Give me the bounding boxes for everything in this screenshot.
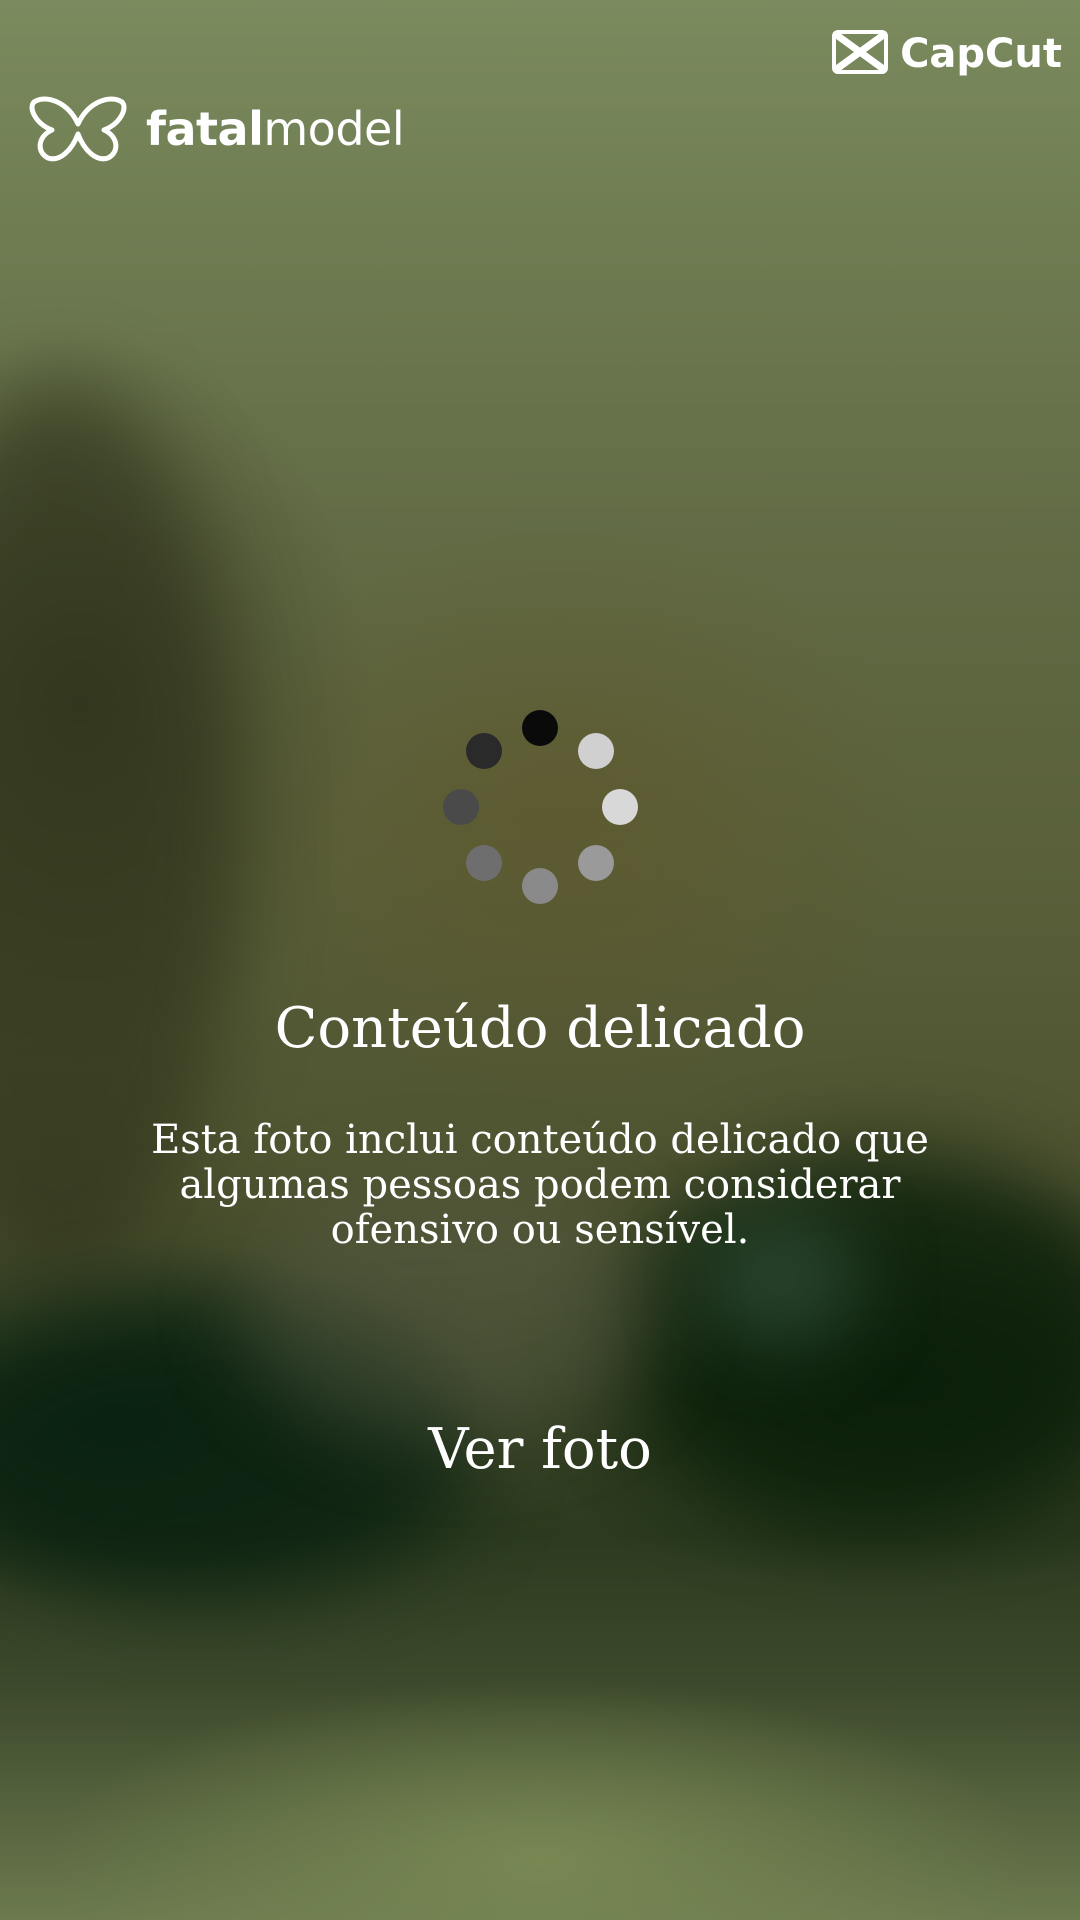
fatalmodel-wordmark: fatalmodel xyxy=(146,106,405,152)
capcut-icon xyxy=(832,30,889,78)
wordmark-bold: fatal xyxy=(146,102,264,156)
sensitive-content-title: Conteúdo delicado xyxy=(274,996,806,1061)
butterfly-icon xyxy=(28,94,128,164)
wordmark-light: model xyxy=(263,102,405,156)
fatalmodel-logo: fatalmodel xyxy=(28,94,405,164)
capcut-watermark: CapCut xyxy=(832,30,1062,78)
capcut-label: CapCut xyxy=(900,31,1062,77)
spinner-icon xyxy=(440,708,640,908)
sensitive-content-description: Esta foto inclui conteúdo delicado que a… xyxy=(151,1117,929,1253)
view-photo-button[interactable]: Ver foto xyxy=(390,1415,690,1485)
blurred-photo-background xyxy=(0,0,1080,1920)
